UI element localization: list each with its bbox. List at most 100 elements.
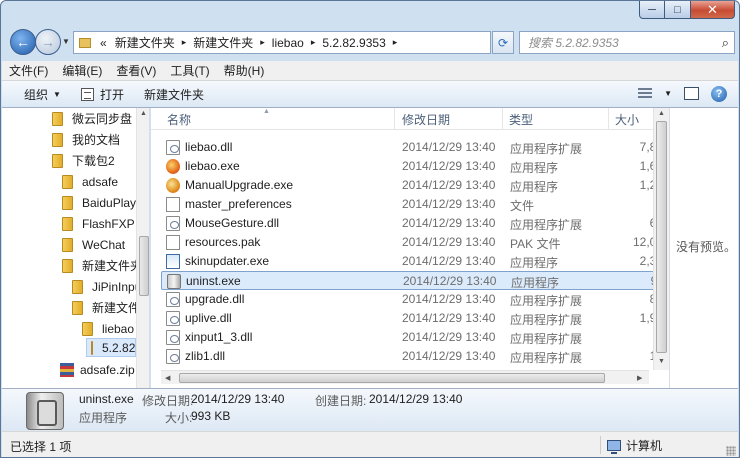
dll-icon (166, 311, 180, 326)
preview-pane: 没有预览。 (669, 108, 738, 388)
help-button[interactable]: ? (710, 85, 728, 102)
view-dropdown-icon[interactable]: ▼ (664, 89, 672, 98)
vertical-scroll-thumb[interactable] (656, 121, 667, 353)
nav-item-new-folder[interactable]: 新建文件夹 (62, 256, 142, 275)
file-row[interactable]: liebao.exe 2014/12/29 13:40 应用程序 1,62 (161, 157, 669, 176)
breadcrumb-item[interactable]: liebao (268, 36, 308, 50)
nav-item-current-folder[interactable]: 5.2.82 (86, 338, 136, 357)
file-row[interactable]: ManualUpgrade.exe 2014/12/29 13:40 应用程序 … (161, 176, 669, 195)
details-modified-value: 2014/12/29 13:40 (191, 392, 285, 406)
nav-item-adsafe[interactable]: adsafe (62, 172, 118, 191)
column-type[interactable]: 类型 (503, 108, 609, 130)
scroll-up-icon[interactable]: ▲ (140, 110, 147, 117)
back-button[interactable]: ← (10, 29, 36, 55)
nav-item-liebao[interactable]: liebao (82, 319, 134, 338)
file-list-vertical-scrollbar[interactable]: ▲ ▼ (653, 108, 669, 370)
nav-item-label: 新建文件 (92, 301, 141, 315)
nav-item-download-pack2[interactable]: 下载包2 (52, 151, 115, 170)
file-row[interactable]: upgrade.dll 2014/12/29 13:40 应用程序扩展 89 (161, 290, 669, 309)
nav-scroll-thumb[interactable] (139, 236, 149, 296)
chevron-down-icon: ▼ (53, 89, 61, 99)
breadcrumb-item[interactable]: 新建文件夹 (111, 34, 179, 51)
breadcrumb-separator[interactable]: ▸ (179, 37, 190, 48)
file-row[interactable]: master_preferences 2014/12/29 13:40 文件 (161, 195, 669, 214)
details-modified-label: 修改日期: (142, 394, 194, 408)
breadcrumb-item[interactable]: 5.2.82.9353 (318, 36, 389, 50)
nav-scrollbar[interactable]: ▲ (136, 108, 149, 388)
breadcrumb-separator[interactable]: ▸ (257, 37, 268, 48)
open-icon (80, 87, 94, 101)
folder-icon (52, 132, 63, 147)
nav-item-weiyun[interactable]: 微云同步盘 (52, 109, 132, 128)
open-button[interactable]: 打开 (71, 81, 134, 107)
change-view-button[interactable] (636, 85, 654, 102)
file-date: 2014/12/29 13:40 (402, 235, 496, 249)
caption-buttons: ─ □ ✕ (639, 1, 735, 21)
file-date: 2014/12/29 13:40 (402, 349, 496, 363)
file-date: 2014/12/29 13:40 (402, 330, 496, 344)
column-date[interactable]: 修改日期 (396, 108, 503, 130)
file-icon (166, 197, 180, 212)
search-input[interactable]: 搜索 5.2.82.9353 ⌕ (519, 31, 735, 54)
maximize-button[interactable]: □ (665, 1, 691, 19)
nav-item-label: 微云同步盘 (72, 112, 133, 126)
scroll-up-icon[interactable]: ▲ (658, 110, 665, 117)
nav-item-my-documents[interactable]: 我的文档 (52, 130, 120, 149)
forward-button[interactable]: → (35, 29, 61, 55)
file-list: ▲ 名称 修改日期 类型 大小 liebao.dll 2014/12/29 13… (151, 108, 669, 388)
folder-icon (62, 237, 73, 252)
menu-edit[interactable]: 编辑(E) (55, 62, 109, 79)
resize-grip-icon[interactable] (726, 446, 736, 456)
file-row[interactable]: zlib1.dll 2014/12/29 13:40 应用程序扩展 13 (161, 347, 669, 366)
navigation-pane: 微云同步盘 我的文档 下载包2 adsafe BaiduPlaye FlashF… (2, 108, 150, 388)
breadcrumb-overflow[interactable]: « (96, 36, 111, 50)
folder-icon (62, 216, 73, 231)
file-row[interactable]: liebao.dll 2014/12/29 13:40 应用程序扩展 7,89 (161, 138, 669, 157)
new-folder-button[interactable]: 新建文件夹 (134, 81, 214, 107)
recent-pages-dropdown-icon[interactable]: ▼ (62, 37, 70, 46)
refresh-button[interactable]: ⟳ (492, 31, 514, 54)
nav-item-new-file[interactable]: 新建文件 (72, 298, 140, 317)
search-icon[interactable]: ⌕ (722, 35, 729, 51)
nav-item-wechat[interactable]: WeChat (62, 235, 125, 254)
nav-item-baiduplayer[interactable]: BaiduPlaye (62, 193, 143, 212)
menu-tools[interactable]: 工具(T) (163, 62, 216, 79)
file-date: 2014/12/29 13:40 (402, 178, 496, 192)
menu-file[interactable]: 文件(F) (2, 62, 55, 79)
menu-view[interactable]: 查看(V) (109, 62, 163, 79)
column-name[interactable]: 名称 (161, 108, 395, 130)
horizontal-scroll-thumb[interactable] (179, 373, 605, 383)
scroll-left-icon[interactable]: ◀ (165, 374, 170, 382)
minimize-button[interactable]: ─ (639, 1, 665, 19)
file-row-selected[interactable]: uninst.exe 2014/12/29 13:40 应用程序 99 (161, 271, 669, 290)
organize-button[interactable]: 组织 ▼ (2, 81, 71, 107)
file-list-horizontal-scrollbar[interactable]: ◀ ▶ (161, 370, 649, 384)
nav-item-label: FlashFXP (82, 216, 135, 231)
scroll-down-icon[interactable]: ▼ (658, 358, 665, 365)
nav-item-flashfxp[interactable]: FlashFXP (62, 214, 135, 233)
nav-item-label: 5.2.82 (102, 340, 136, 355)
nav-item-jipininput[interactable]: JiPinInpu (72, 277, 141, 296)
file-row[interactable]: xinput1_3.dll 2014/12/29 13:40 应用程序扩展 8 (161, 328, 669, 347)
menu-help[interactable]: 帮助(H) (217, 62, 272, 79)
address-bar[interactable]: « 新建文件夹 ▸ 新建文件夹 ▸ liebao ▸ 5.2.82.9353 ▸… (73, 31, 551, 54)
nav-item-label: BaiduPlaye (82, 195, 143, 210)
file-name: zlib1.dll (185, 349, 226, 363)
file-name: uninst.exe (186, 274, 241, 288)
preview-pane-button[interactable] (682, 85, 700, 102)
nav-item-label: 我的文档 (72, 133, 121, 147)
breadcrumb-item[interactable]: 新建文件夹 (189, 34, 257, 51)
file-name: uplive.dll (185, 311, 232, 325)
nav-item-adsafe-zip[interactable]: adsafe.zip (60, 360, 135, 379)
scroll-right-icon[interactable]: ▶ (637, 374, 642, 382)
file-row[interactable]: uplive.dll 2014/12/29 13:40 应用程序扩展 1,93 (161, 309, 669, 328)
file-row[interactable]: MouseGesture.dll 2014/12/29 13:40 应用程序扩展… (161, 214, 669, 233)
close-button[interactable]: ✕ (691, 1, 735, 19)
file-row[interactable]: resources.pak 2014/12/29 13:40 PAK 文件 12… (161, 233, 669, 252)
breadcrumb-separator[interactable]: ▸ (390, 37, 401, 48)
breadcrumb-separator[interactable]: ▸ (308, 37, 319, 48)
details-pane: uninst.exe 修改日期: 2014/12/29 13:40 创建日期: … (2, 388, 738, 431)
file-row[interactable]: skinupdater.exe 2014/12/29 13:40 应用程序 2,… (161, 252, 669, 271)
file-type: 应用程序扩展 (510, 313, 583, 327)
file-type: 应用程序 (510, 161, 559, 175)
